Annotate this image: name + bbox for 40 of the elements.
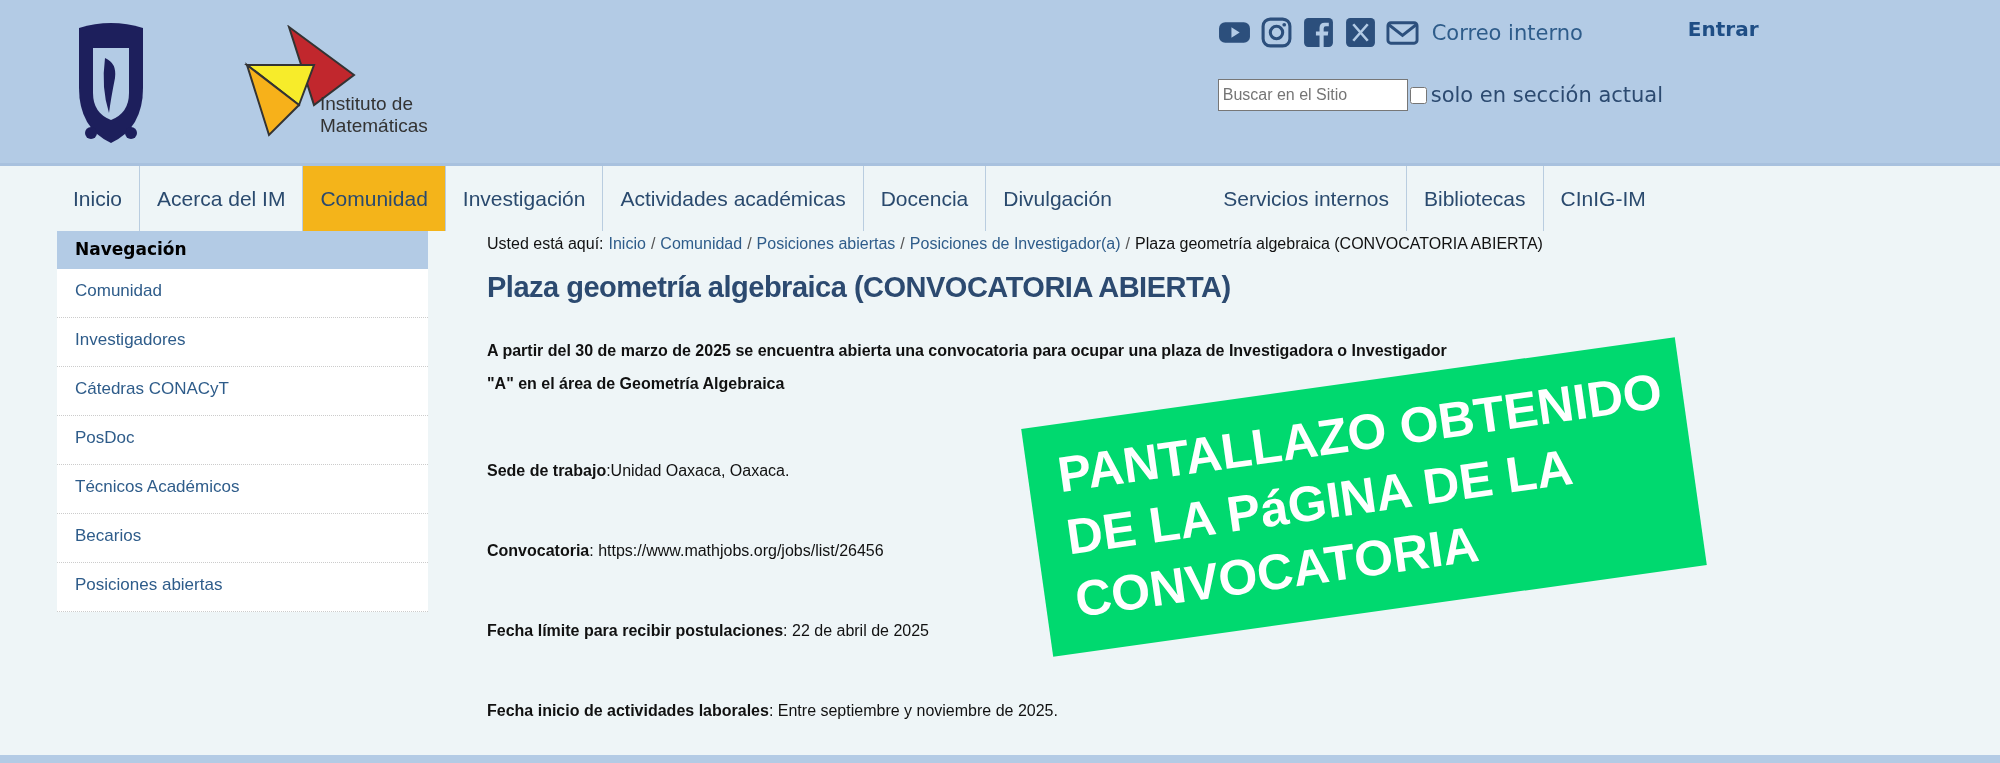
- breadcrumb-prefix: Usted está aquí:: [487, 235, 604, 253]
- letter-f-icon[interactable]: [1301, 16, 1335, 49]
- nav-tab[interactable]: Comunidad: [303, 166, 446, 231]
- breadcrumb-link[interactable]: Inicio: [608, 235, 646, 253]
- sidebar-item[interactable]: Comunidad: [57, 269, 428, 318]
- login-link[interactable]: Entrar: [1687, 16, 1759, 41]
- nav-tab[interactable]: Actividades académicas: [603, 166, 864, 231]
- institute-name: Instituto de Matemáticas: [320, 93, 428, 137]
- detail-line: Convocatoria: https://www.mathjobs.org/jobs/list/26456: [487, 542, 884, 560]
- search-field[interactable]: Buscar en el Sitio: [1217, 79, 1408, 111]
- sidebar-item[interactable]: Becarios: [57, 514, 428, 563]
- sidebar-heading: Navegación: [57, 231, 428, 269]
- breadcrumb-link[interactable]: Comunidad: [660, 235, 743, 253]
- letter-x-icon[interactable]: [1343, 16, 1377, 49]
- breadcrumb-link[interactable]: Posiciones de Investigador(a): [909, 235, 1121, 253]
- mail-link[interactable]: Correo interno: [1431, 20, 1583, 45]
- breadcrumb-separator: /: [747, 235, 752, 253]
- breadcrumb-link[interactable]: Posiciones abiertas: [756, 235, 896, 253]
- sidebar-item[interactable]: Técnicos Académicos: [57, 465, 428, 514]
- page-title: Plaza geometría algebraica (CONVOCATORIA ABIERTA): [487, 271, 1232, 304]
- nav-tab[interactable]: Bibliotecas: [1407, 166, 1544, 231]
- sidebar-item[interactable]: Investigadores: [57, 318, 428, 367]
- sidebar-item[interactable]: Cátedras CONACyT: [57, 367, 428, 416]
- checkbox-label: solo en sección actual: [1430, 83, 1664, 107]
- breadcrumb-current: Plaza geometría algebraica (CONVOCATORIA ABIERTA): [1135, 235, 1543, 253]
- nav-tab[interactable]: CInIG-IM: [1543, 166, 1663, 231]
- nav-tab[interactable]: Servicios internos: [1206, 166, 1407, 231]
- detail-line: Sede de trabajo:Unidad Oaxaca, Oaxaca.: [487, 462, 790, 480]
- breadcrumb-separator: /: [900, 235, 905, 253]
- section-checkbox[interactable]: [1409, 86, 1427, 104]
- nav-tab[interactable]: Docencia: [863, 166, 987, 231]
- nav-tab[interactable]: Divulgación: [986, 166, 1207, 231]
- breadcrumb-separator: /: [1125, 235, 1131, 253]
- sidebar-item[interactable]: Posiciones abiertas: [57, 563, 428, 612]
- camera-icon[interactable]: [1259, 16, 1293, 49]
- detail-line: Fecha límite para recibir postulaciones: 22 de abril de 2025: [487, 622, 929, 640]
- sidebar-item[interactable]: PosDoc: [57, 416, 428, 465]
- breadcrumb-separator: /: [650, 235, 656, 253]
- detail-line: Fecha inicio de actividades laborales: Entre septiembre y noviembre de 2025.: [487, 702, 1058, 720]
- nav-tab[interactable]: Investigación: [445, 166, 604, 231]
